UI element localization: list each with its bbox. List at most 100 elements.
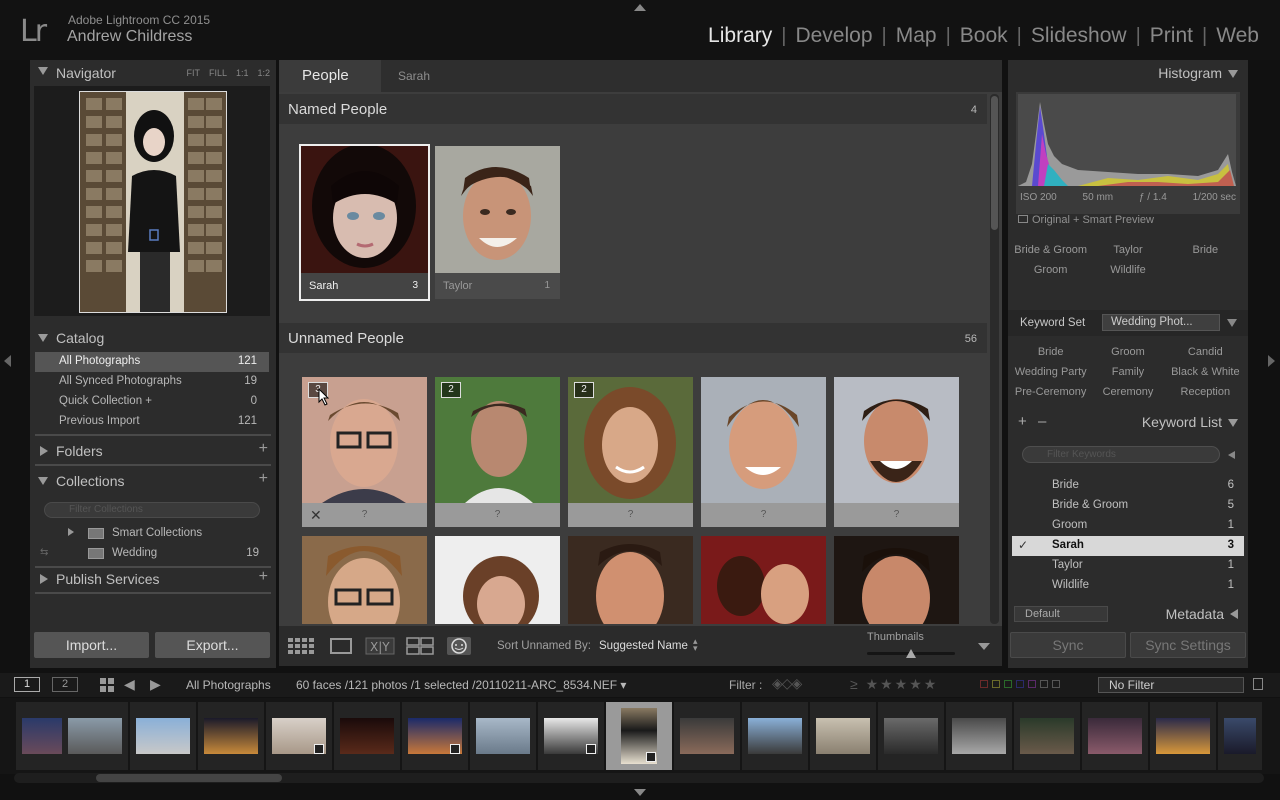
top-panel-toggle-icon[interactable]: [634, 4, 646, 11]
color-label-filter[interactable]: [980, 680, 1060, 688]
suggestion-keyword[interactable]: [1167, 260, 1244, 280]
sync-metadata-button[interactable]: Sync: [1010, 632, 1126, 658]
filmstrip-thumb[interactable]: [130, 702, 196, 770]
expand-triangle-icon[interactable]: [40, 574, 48, 584]
collapse-triangle-icon[interactable]: [1228, 419, 1238, 427]
filmstrip-thumb[interactable]: [62, 702, 128, 770]
filmstrip-thumb[interactable]: [1150, 702, 1216, 770]
folders-header[interactable]: Folders +: [30, 437, 276, 465]
collections-filter-input[interactable]: Filter Collections: [44, 502, 260, 518]
module-web[interactable]: Web: [1207, 24, 1268, 48]
module-book[interactable]: Book: [951, 24, 1017, 48]
zoom-fit[interactable]: FIT: [186, 68, 200, 78]
survey-view-icon[interactable]: [405, 636, 435, 656]
suggestion-keyword[interactable]: Bride & Groom: [1012, 240, 1089, 260]
unnamed-face[interactable]: [435, 536, 560, 624]
primary-window-button[interactable]: 1: [14, 677, 40, 692]
red-label-icon[interactable]: [980, 680, 988, 688]
face-name-field[interactable]: ?: [568, 503, 693, 527]
catalog-item-previous-import[interactable]: Previous Import 121: [35, 412, 269, 432]
suggestion-keyword[interactable]: Groom: [1012, 260, 1089, 280]
unnamed-face[interactable]: [701, 536, 826, 624]
catalog-header[interactable]: Catalog: [30, 324, 276, 352]
bottom-panel-toggle-icon[interactable]: [634, 789, 646, 796]
people-view-icon[interactable]: [446, 636, 472, 656]
expand-triangle-icon[interactable]: [1230, 609, 1238, 619]
person-label[interactable]: Taylor 1: [435, 273, 560, 299]
face-name-field[interactable]: ?: [435, 503, 560, 527]
zoom-1-2[interactable]: 1:2: [257, 68, 270, 78]
face-name-field[interactable]: ✕ ?: [302, 503, 427, 527]
identity-plate[interactable]: Andrew Childress: [67, 28, 192, 46]
collapse-triangle-icon[interactable]: [1228, 70, 1238, 78]
expand-triangle-icon[interactable]: [40, 446, 48, 456]
collapse-triangle-icon[interactable]: [38, 334, 48, 342]
unnamed-people-header[interactable]: Unnamed People 56: [279, 323, 987, 353]
keyword-row-wildlife[interactable]: Wildlife 1: [1012, 576, 1244, 596]
module-slideshow[interactable]: Slideshow: [1022, 24, 1136, 48]
grid-view-icon[interactable]: [100, 678, 114, 692]
keyword-row-sarah[interactable]: ✓ Sarah 3: [1012, 536, 1244, 556]
keyword-set-item[interactable]: Bride: [1012, 342, 1089, 362]
reject-face-icon[interactable]: ✕: [310, 503, 322, 527]
keyword-set-item[interactable]: Wedding Party: [1012, 362, 1089, 382]
add-publish-service-icon[interactable]: +: [259, 568, 268, 586]
left-panel-toggle-icon[interactable]: [4, 355, 11, 367]
back-arrow-icon[interactable]: ◀: [124, 676, 135, 693]
toolbar-menu-icon[interactable]: [978, 643, 990, 650]
navigator-header[interactable]: Navigator FIT FILL 1:1 1:2: [30, 60, 276, 86]
collection-smart-collections[interactable]: Smart Collections: [30, 524, 276, 544]
keyword-row-bride-groom[interactable]: Bride & Groom 5: [1012, 496, 1244, 516]
blue-label-icon[interactable]: [1016, 680, 1024, 688]
green-label-icon[interactable]: [1004, 680, 1012, 688]
keyword-filter-clear-icon[interactable]: [1228, 451, 1235, 459]
unnamed-face[interactable]: [834, 536, 959, 624]
purple-label-icon[interactable]: [1028, 680, 1036, 688]
keyword-set-dropdown[interactable]: Wedding Phot...: [1102, 314, 1220, 331]
expand-triangle-icon[interactable]: [68, 528, 74, 536]
catalog-item-quick-collection[interactable]: Quick Collection +0: [35, 392, 269, 412]
keyword-row-taylor[interactable]: Taylor 1: [1012, 556, 1244, 576]
filmstrip-thumb[interactable]: [946, 702, 1012, 770]
unnamed-face[interactable]: ?: [834, 377, 959, 527]
thumbnail-size-slider[interactable]: [867, 649, 955, 658]
face-name-field[interactable]: ?: [701, 503, 826, 527]
filmstrip-thumb[interactable]: [402, 702, 468, 770]
filmstrip-info[interactable]: 60 faces /121 photos /1 selected /201102…: [296, 678, 626, 692]
filmstrip-thumb-selected[interactable]: [606, 702, 672, 770]
add-collection-icon[interactable]: +: [259, 470, 268, 488]
keyword-set-item[interactable]: Family: [1089, 362, 1166, 382]
export-button[interactable]: Export...: [155, 632, 270, 658]
checkmark-icon[interactable]: ✓: [1018, 538, 1028, 552]
keyword-set-item[interactable]: Pre-Ceremony: [1012, 382, 1089, 402]
sort-dropdown[interactable]: Suggested Name: [599, 640, 688, 652]
filmstrip-thumb[interactable]: [1082, 702, 1148, 770]
filmstrip-thumb[interactable]: [198, 702, 264, 770]
metadata-preset-dropdown[interactable]: Default: [1014, 606, 1108, 622]
module-map[interactable]: Map: [887, 24, 946, 48]
keyword-filter-input[interactable]: Filter Keywords: [1022, 446, 1220, 463]
filter-preset-dropdown[interactable]: No Filter: [1098, 677, 1244, 693]
loupe-view-icon[interactable]: [327, 636, 355, 656]
suggestion-keyword[interactable]: Bride: [1167, 240, 1244, 260]
module-develop[interactable]: Develop: [786, 24, 881, 48]
gray-label-icon[interactable]: [1040, 680, 1048, 688]
filmstrip-thumb[interactable]: [878, 702, 944, 770]
unnamed-face[interactable]: 2 ?: [568, 377, 693, 527]
tab-people[interactable]: People: [279, 60, 381, 92]
keyword-list-header[interactable]: + – Keyword List: [1008, 410, 1248, 436]
module-print[interactable]: Print: [1141, 24, 1202, 48]
keyword-set-item[interactable]: Black & White: [1167, 362, 1244, 382]
filmstrip-thumb[interactable]: [1218, 702, 1262, 770]
suggestion-keyword[interactable]: Wildlife: [1089, 260, 1166, 280]
people-scrollbar[interactable]: [990, 94, 999, 624]
smart-preview-status[interactable]: Original + Smart Preview: [1018, 214, 1154, 226]
add-keyword-icon[interactable]: +: [1018, 413, 1027, 430]
person-stack-sarah[interactable]: Sarah 3: [299, 144, 430, 301]
filmstrip[interactable]: [0, 698, 1280, 774]
filmstrip-thumb[interactable]: [538, 702, 604, 770]
keyword-row-groom[interactable]: Groom 1: [1012, 516, 1244, 536]
unnamed-face[interactable]: ?: [701, 377, 826, 527]
filmstrip-thumb[interactable]: [674, 702, 740, 770]
catalog-item-all-photographs[interactable]: All Photographs 121: [35, 352, 269, 372]
